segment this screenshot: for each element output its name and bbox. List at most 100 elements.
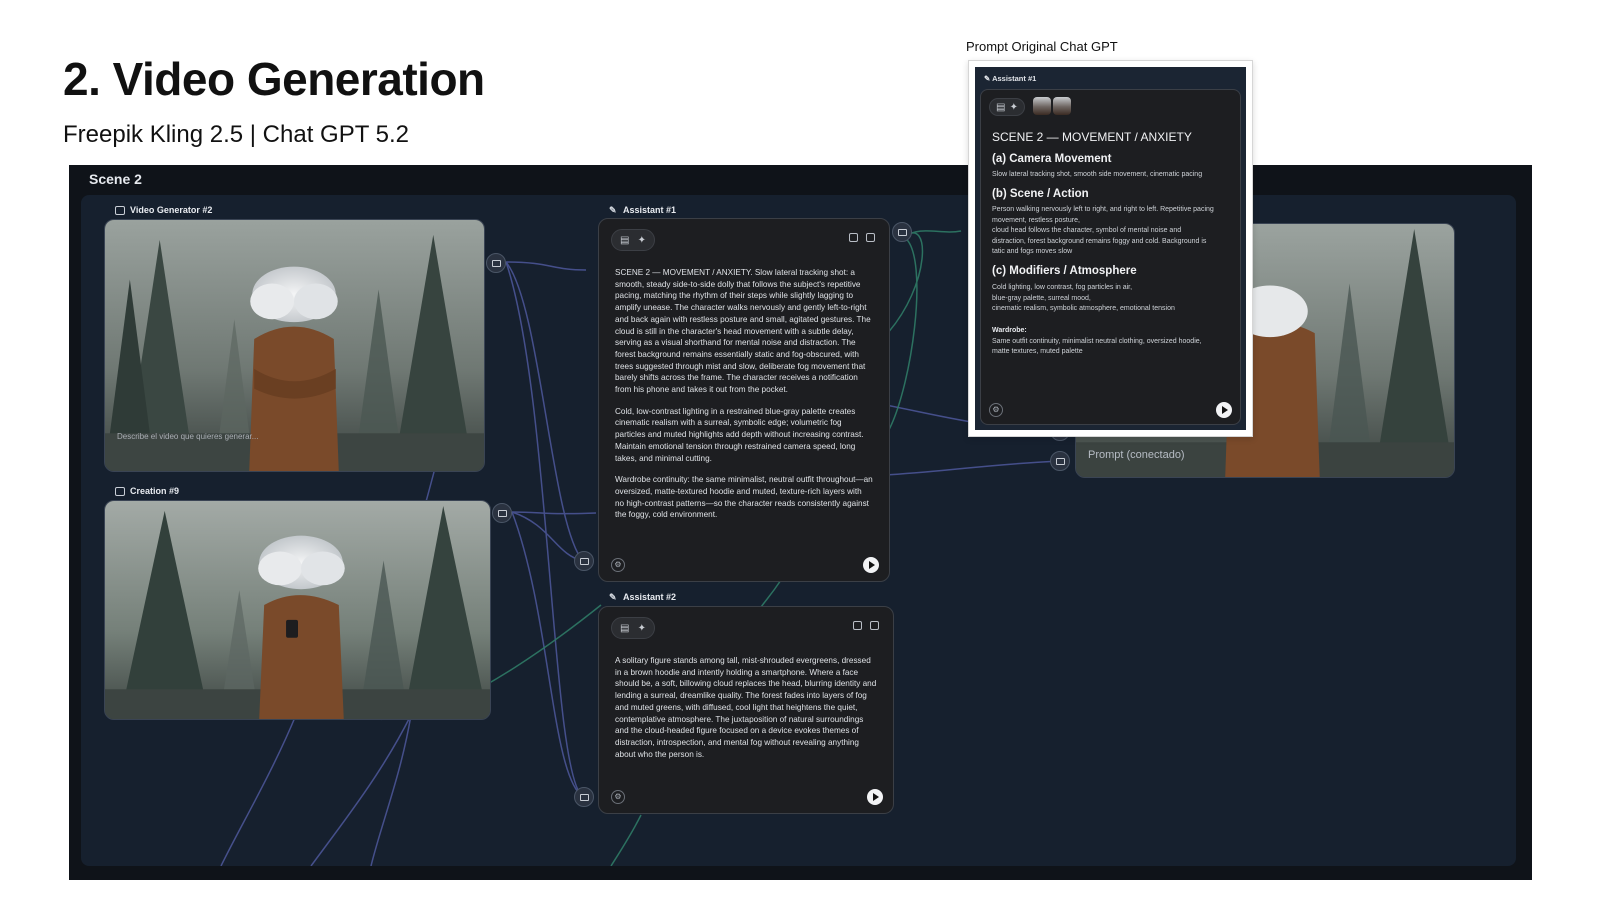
pencil-icon: ✎ — [609, 591, 617, 602]
section-line: cinematic realism, symbolic atmosphere, … — [992, 305, 1175, 312]
assistant1-card[interactable]: ▤ ✦ SCENE 2 — MOVEMENT / ANXIETY. Slow l… — [598, 218, 890, 582]
assistant2-title: Assistant #2 — [623, 592, 677, 602]
output-prompt-placeholder[interactable]: Prompt (conectado) — [1088, 449, 1185, 461]
assistant1-paragraph: Wardrobe continuity: the same minimalist… — [615, 475, 873, 520]
section-body: Slow lateral tracking shot, smooth side … — [992, 170, 1230, 181]
assistant1-label: ✎ Assistant #1 — [609, 205, 676, 215]
image-icon — [579, 793, 589, 801]
copy-icon[interactable] — [849, 233, 858, 242]
assistant1-title: Assistant #1 — [623, 205, 677, 215]
output-input-port-2[interactable] — [1050, 451, 1070, 471]
wardrobe-title: Wardrobe: — [992, 327, 1027, 334]
overlay-heading: SCENE 2 — MOVEMENT / ANXIETY — [992, 130, 1192, 144]
video-generator-title: Video Generator #2 — [130, 205, 213, 215]
document-icon[interactable]: ▤ — [996, 102, 1005, 113]
wire — [511, 511, 597, 515]
image-icon — [579, 557, 589, 565]
wire — [370, 714, 412, 866]
creation-preview[interactable] — [104, 500, 491, 720]
section-line: Cold lighting, low contrast, fog particl… — [992, 284, 1133, 291]
creation-title: Creation #9 — [130, 486, 180, 496]
section-line: movement, restless posture, — [992, 216, 1080, 224]
workflow-canvas[interactable]: Video Generator #2 Describe el video que… — [81, 195, 1516, 866]
sparkle-icon[interactable]: ✦ — [638, 235, 646, 246]
assistant1-input-port[interactable] — [574, 551, 594, 571]
settings-icon[interactable]: ⚙ — [611, 558, 625, 572]
overlay-canvas: ✎ Assistant #1 ▤ ✦ SCENE 2 — MOVEMENT / … — [975, 67, 1246, 430]
settings-icon[interactable]: ⚙ — [611, 790, 625, 804]
wire — [885, 460, 1060, 476]
assistant1-actions — [849, 233, 875, 242]
assistant2-text[interactable]: A solitary figure stands among tall, mis… — [615, 655, 877, 760]
wardrobe-line: matte textures, muted palette — [992, 348, 1083, 355]
section-line: blue-gray palette, surreal mood, — [992, 294, 1091, 302]
sparkle-icon[interactable]: ✦ — [1010, 102, 1018, 113]
assistant1-text[interactable]: SCENE 2 — MOVEMENT / ANXIETY. Slow later… — [615, 267, 873, 531]
document-icon[interactable]: ▤ — [620, 623, 629, 634]
thumbnail[interactable] — [1033, 97, 1051, 115]
run-button[interactable] — [863, 557, 879, 573]
run-button[interactable] — [1216, 402, 1232, 418]
section-line: distraction, forest background remains f… — [992, 237, 1207, 245]
wardrobe-section: Wardrobe: Same outfit continuity, minima… — [992, 326, 1230, 358]
slide-title: 2. Video Generation — [63, 53, 485, 105]
wire — [505, 261, 587, 271]
section-title: (c) Modifiers / Atmosphere — [992, 265, 1137, 277]
slide-subtitle: Freepik Kling 2.5 | Chat GPT 5.2 — [63, 121, 409, 148]
section-line: Person walking nervously left to right, … — [992, 206, 1214, 213]
creation-label: Creation #9 — [115, 486, 179, 496]
image-icon — [1055, 457, 1065, 465]
creation-output-port[interactable] — [492, 503, 512, 523]
original-prompt-overlay: ✎ Assistant #1 ▤ ✦ SCENE 2 — MOVEMENT / … — [968, 60, 1253, 437]
assistant2-toolbar: ▤ ✦ — [611, 617, 655, 639]
document-icon[interactable]: ▤ — [620, 235, 629, 246]
settings-icon[interactable]: ⚙ — [989, 403, 1003, 417]
wire — [760, 579, 782, 608]
video-prompt-placeholder[interactable]: Describe el video que quieres generar... — [117, 432, 258, 441]
forest-phone-image — [105, 501, 490, 719]
reference-thumbnails — [1033, 97, 1071, 115]
assistant2-label: ✎ Assistant #2 — [609, 592, 676, 602]
wardrobe-line: Same outfit continuity, minimalist neutr… — [992, 337, 1202, 345]
video-camera-icon — [115, 205, 125, 215]
assistant1-paragraph: SCENE 2 — MOVEMENT / ANXIETY. Slow later… — [615, 268, 871, 395]
overlay-assistant-label: ✎ Assistant #1 — [984, 74, 1037, 83]
section-line: cloud head follows the character, symbol… — [992, 227, 1182, 234]
copy-icon[interactable] — [853, 621, 862, 630]
expand-icon[interactable] — [870, 621, 879, 630]
section-line: Slow lateral tracking shot, smooth side … — [992, 171, 1203, 178]
overlay-caption: Prompt Original Chat GPT — [966, 39, 1118, 54]
text-icon — [897, 228, 907, 236]
assistant1-output-port[interactable] — [892, 222, 912, 242]
assistant2-input-port[interactable] — [574, 787, 594, 807]
video-generator-output-port[interactable] — [486, 253, 506, 273]
expand-icon[interactable] — [866, 233, 875, 242]
image-icon — [491, 259, 501, 267]
board-title: Scene 2 — [89, 171, 142, 187]
assistant2-card[interactable]: ▤ ✦ A solitary figure stands among tall,… — [598, 606, 894, 814]
wire — [903, 230, 962, 238]
video-generator-label: Video Generator #2 — [115, 205, 212, 215]
wire — [220, 714, 297, 866]
assistant1-paragraph: Cold, low-contrast lighting in a restrai… — [615, 406, 864, 463]
section-title: (a) Camera Movement — [992, 153, 1112, 165]
pencil-icon: ✎ — [609, 204, 617, 215]
sparkle-icon[interactable]: ✦ — [638, 623, 646, 634]
overlay-assistant-card[interactable]: ▤ ✦ SCENE 2 — MOVEMENT / ANXIETY (a) Cam… — [980, 89, 1241, 425]
video-generator-preview[interactable]: Describe el video que quieres generar... — [104, 219, 485, 472]
image-icon — [497, 509, 507, 517]
assistant2-actions — [853, 621, 879, 630]
section-body: Cold lighting, low contrast, fog particl… — [992, 283, 1230, 315]
section-body: Person walking nervously left to right, … — [992, 205, 1230, 258]
wire — [310, 714, 412, 866]
overlay-toolbar: ▤ ✦ — [989, 98, 1025, 116]
assistant1-toolbar: ▤ ✦ — [611, 229, 655, 251]
section-title: (b) Scene / Action — [992, 188, 1089, 200]
thumbnail[interactable] — [1053, 97, 1071, 115]
section-line: tatic and fogs moves slow — [992, 248, 1073, 255]
overlay-assistant-title: Assistant #1 — [992, 74, 1037, 83]
image-icon — [115, 486, 125, 496]
run-button[interactable] — [867, 789, 883, 805]
wire — [610, 814, 642, 866]
workflow-board: Scene 2 Video Generator #2 Describe el v… — [69, 165, 1532, 880]
